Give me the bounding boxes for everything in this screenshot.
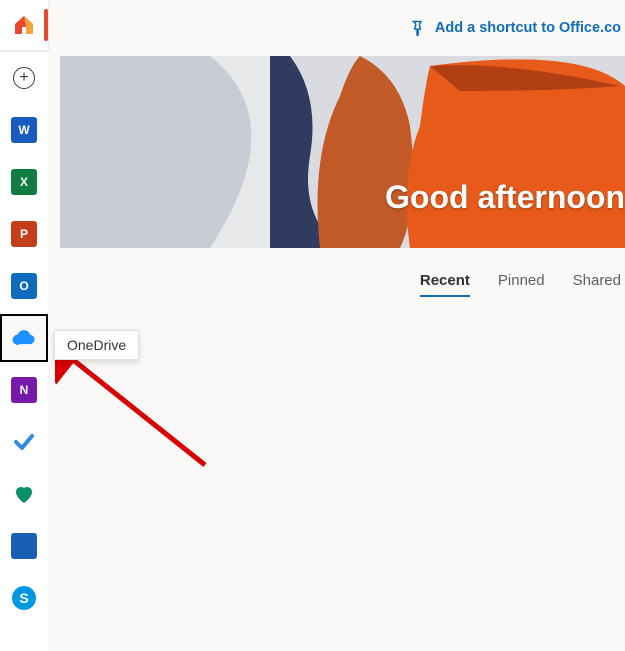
hero-artwork	[60, 56, 625, 248]
shortcut-bar: Add a shortcut to Office.co	[48, 0, 625, 56]
sidebar-item-create[interactable]: +	[0, 54, 48, 102]
tab-pinned[interactable]: Pinned	[498, 272, 545, 297]
calendar-icon	[11, 533, 37, 559]
tab-recent[interactable]: Recent	[420, 272, 470, 297]
sidebar-item-outlook[interactable]: O	[0, 262, 48, 310]
sidebar-item-word[interactable]: W	[0, 106, 48, 154]
onedrive-icon	[10, 324, 38, 352]
sidebar-item-excel[interactable]: X	[0, 158, 48, 206]
sidebar-item-calendar[interactable]	[0, 522, 48, 570]
pin-icon	[403, 14, 431, 42]
sidebar-item-skype[interactable]: S	[0, 574, 48, 622]
skype-icon: S	[12, 586, 36, 610]
app-sidebar: + W X P O N S	[0, 0, 48, 651]
plus-icon: +	[13, 67, 35, 89]
onedrive-tooltip: OneDrive	[54, 330, 139, 360]
hero-greeting: Good afternoon	[385, 179, 625, 216]
file-tabs: Recent Pinned Shared	[60, 272, 625, 297]
sidebar-item-powerpoint[interactable]: P	[0, 210, 48, 258]
powerpoint-icon: P	[11, 221, 37, 247]
home-active-indicator	[44, 9, 48, 41]
sidebar-item-home[interactable]	[0, 0, 48, 50]
add-shortcut-link[interactable]: Add a shortcut to Office.co	[407, 18, 621, 38]
tab-shared[interactable]: Shared	[573, 272, 621, 297]
add-shortcut-label: Add a shortcut to Office.co	[435, 20, 621, 36]
sidebar-item-family-safety[interactable]	[0, 470, 48, 518]
excel-icon: X	[11, 169, 37, 195]
onenote-icon: N	[11, 377, 37, 403]
heart-icon	[12, 482, 36, 506]
hero-banner: Good afternoon	[60, 56, 625, 248]
word-icon: W	[11, 117, 37, 143]
todo-check-icon	[12, 430, 36, 454]
outlook-icon: O	[11, 273, 37, 299]
home-icon	[12, 13, 36, 37]
sidebar-item-onenote[interactable]: N	[0, 366, 48, 414]
sidebar-item-todo[interactable]	[0, 418, 48, 466]
sidebar-item-onedrive[interactable]	[0, 314, 48, 362]
